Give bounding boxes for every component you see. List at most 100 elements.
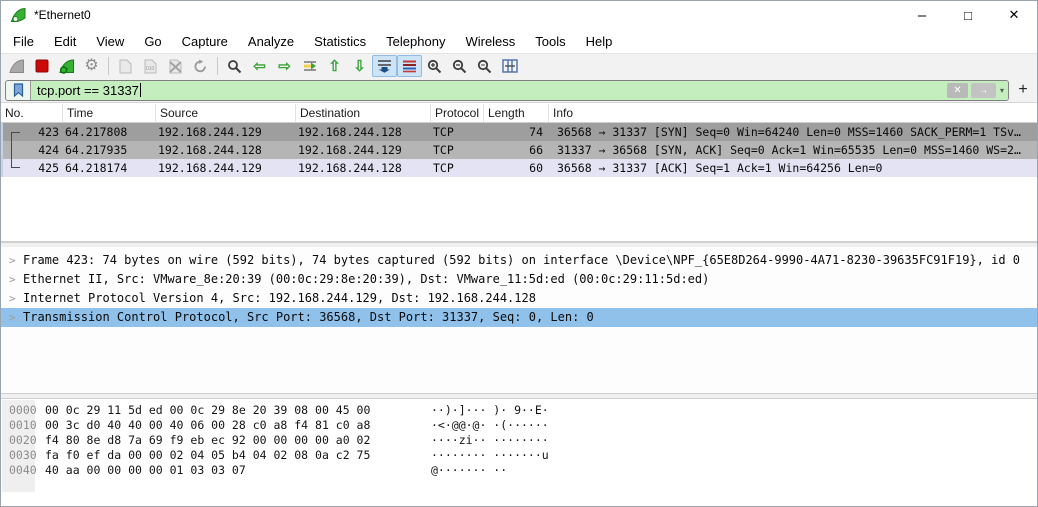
- wireshark-window: *Ethernet0 – □ ✕ File Edit View Go Captu…: [0, 0, 1038, 507]
- close-file-icon[interactable]: [163, 55, 188, 77]
- packet-details-pane: >Frame 423: 74 bytes on wire (592 bits),…: [1, 247, 1037, 393]
- packet-info: 36568 → 31337 [SYN] Seq=0 Win=64240 Len=…: [549, 123, 1037, 141]
- packet-row-425[interactable]: 425 64.218174 192.168.244.129 192.168.24…: [1, 159, 1037, 177]
- column-header-info[interactable]: Info: [549, 104, 1037, 122]
- hex-ascii: @······· ··: [431, 463, 507, 478]
- maximize-button[interactable]: □: [945, 1, 991, 29]
- resize-columns-icon[interactable]: [497, 55, 522, 77]
- colorize-packets-icon[interactable]: [397, 55, 422, 77]
- expand-chevron-icon[interactable]: >: [9, 270, 23, 289]
- packet-row-423[interactable]: 423 64.217808 192.168.244.129 192.168.24…: [1, 123, 1037, 141]
- packet-row-424[interactable]: 424 64.217935 192.168.244.128 192.168.24…: [1, 141, 1037, 159]
- detail-text: Transmission Control Protocol, Src Port:…: [23, 310, 594, 324]
- filter-bookmark-button[interactable]: [6, 81, 31, 100]
- wireshark-logo-icon: [10, 7, 27, 24]
- detail-row-ip[interactable]: >Internet Protocol Version 4, Src: 192.1…: [1, 289, 1037, 308]
- display-filter-field: tcp.port == 31337 ✕ → ▾: [5, 80, 1009, 101]
- restart-capture-icon[interactable]: [54, 55, 79, 77]
- detail-text: Frame 423: 74 bytes on wire (592 bits), …: [23, 253, 1020, 267]
- filter-text: tcp.port == 31337: [37, 83, 139, 98]
- menu-file[interactable]: File: [3, 31, 44, 52]
- auto-scroll-icon[interactable]: [372, 55, 397, 77]
- zoom-out-icon[interactable]: [447, 55, 472, 77]
- column-header-protocol[interactable]: Protocol: [431, 104, 484, 122]
- go-last-packet-icon[interactable]: ⇩: [347, 55, 372, 77]
- find-packet-icon[interactable]: [222, 55, 247, 77]
- close-button[interactable]: ✕: [991, 1, 1037, 29]
- menu-edit[interactable]: Edit: [44, 31, 86, 52]
- detail-text: Internet Protocol Version 4, Src: 192.16…: [23, 291, 536, 305]
- packet-source: 192.168.244.129: [156, 159, 296, 177]
- hex-offset: 0020: [1, 433, 45, 448]
- zoom-in-icon[interactable]: [422, 55, 447, 77]
- column-header-time[interactable]: Time: [63, 104, 156, 122]
- hex-row[interactable]: 0020f4 80 8e d8 7a 69 f9 eb ec 92 00 00 …: [1, 433, 1037, 448]
- menu-statistics[interactable]: Statistics: [304, 31, 376, 52]
- packet-time: 64.217808: [63, 123, 156, 141]
- packet-no: 424: [1, 141, 63, 159]
- menu-telephony[interactable]: Telephony: [376, 31, 455, 52]
- menu-go[interactable]: Go: [134, 31, 171, 52]
- filter-clear-button[interactable]: ✕: [947, 83, 968, 98]
- filter-apply-button[interactable]: →: [971, 83, 996, 98]
- packet-time: 64.217935: [63, 141, 156, 159]
- detail-row-ethernet[interactable]: >Ethernet II, Src: VMware_8e:20:39 (00:0…: [1, 270, 1037, 289]
- hex-bytes: 40 aa 00 00 00 00 01 03 03 07: [45, 463, 431, 478]
- menu-view[interactable]: View: [86, 31, 134, 52]
- hex-row[interactable]: 001000 3c d0 40 40 00 40 06 00 28 c0 a8 …: [1, 418, 1037, 433]
- zoom-original-icon[interactable]: [472, 55, 497, 77]
- display-filter-input[interactable]: tcp.port == 31337: [31, 81, 947, 100]
- hex-ascii: ········ ·······u: [431, 448, 549, 463]
- save-file-icon[interactable]: 010: [138, 55, 163, 77]
- hex-ascii: ····zi·· ········: [431, 433, 549, 448]
- filter-dropdown-icon[interactable]: ▾: [1000, 86, 1004, 95]
- hex-row[interactable]: 004040 aa 00 00 00 00 01 03 03 07@······…: [1, 463, 1037, 478]
- column-header-source[interactable]: Source: [156, 104, 296, 122]
- packet-protocol: TCP: [431, 123, 484, 141]
- reload-capture-icon[interactable]: [188, 55, 213, 77]
- column-header-length[interactable]: Length: [484, 104, 549, 122]
- column-header-destination[interactable]: Destination: [296, 104, 431, 122]
- filter-actions: ✕ → ▾: [947, 81, 1008, 100]
- go-forward-icon[interactable]: ⇨: [272, 55, 297, 77]
- detail-row-tcp-selected[interactable]: >Transmission Control Protocol, Src Port…: [1, 308, 1037, 327]
- filter-add-button[interactable]: +: [1013, 80, 1033, 101]
- hex-row[interactable]: 000000 0c 29 11 5d ed 00 0c 29 8e 20 39 …: [1, 403, 1037, 418]
- packet-protocol: TCP: [431, 159, 484, 177]
- go-first-packet-icon[interactable]: ⇧: [322, 55, 347, 77]
- expand-chevron-icon[interactable]: >: [9, 308, 23, 327]
- hex-offset: 0040: [1, 463, 45, 478]
- hex-bytes: 00 0c 29 11 5d ed 00 0c 29 8e 20 39 08 0…: [45, 403, 431, 418]
- capture-options-icon[interactable]: ⚙: [79, 55, 104, 77]
- packet-list-header: No. Time Source Destination Protocol Len…: [1, 104, 1037, 123]
- packet-no: 423: [1, 123, 63, 141]
- hex-row[interactable]: 0030fa f0 ef da 00 00 02 04 05 b4 04 02 …: [1, 448, 1037, 463]
- packet-info: 36568 → 31337 [ACK] Seq=1 Ack=1 Win=6425…: [549, 159, 1037, 177]
- open-file-icon[interactable]: [113, 55, 138, 77]
- menu-analyze[interactable]: Analyze: [238, 31, 304, 52]
- hex-offset: 0010: [1, 418, 45, 433]
- packet-info: 31337 → 36568 [SYN, ACK] Seq=0 Ack=1 Win…: [549, 141, 1037, 159]
- start-capture-icon[interactable]: [4, 55, 29, 77]
- menu-bar: File Edit View Go Capture Analyze Statis…: [1, 29, 1037, 53]
- window-title: *Ethernet0: [34, 8, 91, 22]
- column-header-no[interactable]: No.: [1, 104, 63, 122]
- minimize-button[interactable]: –: [899, 1, 945, 29]
- go-to-packet-icon[interactable]: [297, 55, 322, 77]
- packet-destination: 192.168.244.128: [296, 159, 431, 177]
- packet-list-pane: No. Time Source Destination Protocol Len…: [1, 104, 1037, 242]
- packet-no: 425: [1, 159, 63, 177]
- detail-row-frame[interactable]: >Frame 423: 74 bytes on wire (592 bits),…: [1, 251, 1037, 270]
- toolbar-separator: [108, 57, 109, 75]
- go-back-icon[interactable]: ⇦: [247, 55, 272, 77]
- expand-chevron-icon[interactable]: >: [9, 251, 23, 270]
- menu-tools[interactable]: Tools: [525, 31, 575, 52]
- expand-chevron-icon[interactable]: >: [9, 289, 23, 308]
- menu-help[interactable]: Help: [576, 31, 623, 52]
- title-bar: *Ethernet0 – □ ✕: [1, 1, 1037, 29]
- packet-length: 66: [484, 141, 549, 159]
- menu-wireless[interactable]: Wireless: [455, 31, 525, 52]
- packet-source: 192.168.244.129: [156, 123, 296, 141]
- stop-capture-icon[interactable]: [29, 55, 54, 77]
- menu-capture[interactable]: Capture: [172, 31, 238, 52]
